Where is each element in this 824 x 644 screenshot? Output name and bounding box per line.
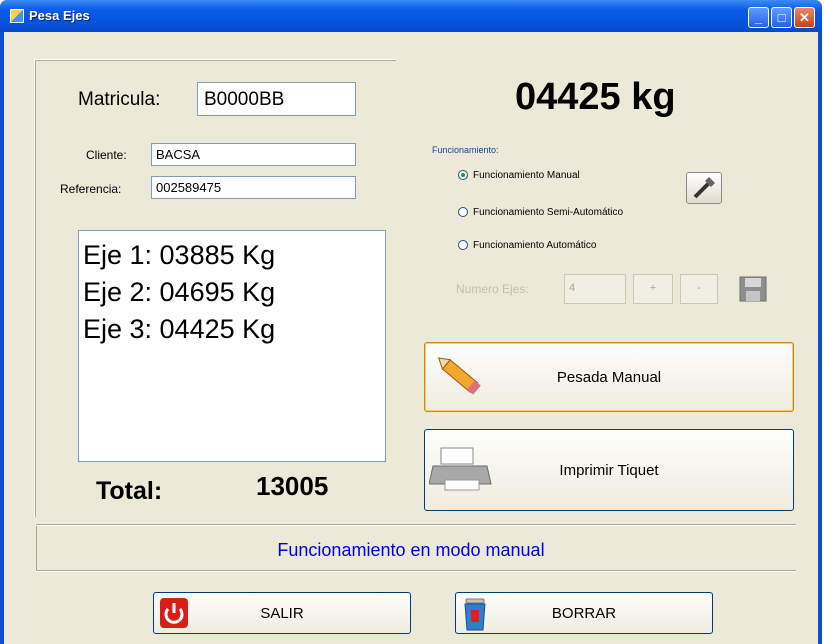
- window-title: Pesa Ejes: [29, 8, 90, 23]
- radio-semi-automatic[interactable]: Funcionamiento Semi-Automático: [458, 207, 623, 218]
- total-value: 13005: [256, 471, 329, 501]
- weight-display: 04425 kg: [515, 76, 676, 118]
- radio-selected-icon: [458, 170, 468, 181]
- axle-list[interactable]: Eje 1: 03885 Kg Eje 2: 04695 Kg Eje 3: 0…: [78, 230, 386, 462]
- tools-button[interactable]: [686, 172, 722, 204]
- list-item[interactable]: Eje 1: 03885 Kg: [79, 231, 385, 274]
- radio-label: Funcionamiento Automático: [473, 240, 597, 251]
- separator-bottom: [36, 570, 796, 572]
- list-item[interactable]: Eje 3: 04425 Kg: [79, 311, 385, 348]
- clear-label: BORRAR: [551, 605, 617, 622]
- manual-weigh-label: Pesada Manual: [556, 369, 662, 386]
- matricula-input[interactable]: B0000BB: [197, 82, 356, 116]
- print-ticket-button[interactable]: Imprimir Tiquet: [424, 429, 794, 511]
- radio-label: Funcionamiento Semi-Automático: [473, 207, 624, 218]
- axles-count-input[interactable]: 4: [564, 274, 626, 304]
- total-label: Total:: [96, 477, 163, 505]
- cliente-input[interactable]: BACSA: [151, 143, 356, 166]
- manual-weigh-button[interactable]: Pesada Manual: [424, 342, 794, 412]
- axles-minus-button[interactable]: -: [680, 274, 718, 304]
- separator-top: [36, 524, 796, 526]
- print-ticket-label: Imprimir Tiquet: [559, 462, 659, 479]
- matricula-label: Matricula:: [78, 89, 161, 110]
- clear-button[interactable]: BORRAR: [455, 592, 713, 634]
- radio-icon: [458, 240, 468, 251]
- referencia-input[interactable]: 002589475: [151, 176, 356, 199]
- save-icon: [739, 276, 767, 302]
- status-text: Funcionamiento en modo manual: [277, 540, 545, 560]
- maximize-button[interactable]: □: [771, 7, 792, 28]
- radio-manual[interactable]: Funcionamiento Manual: [458, 170, 580, 181]
- app-icon: [10, 9, 24, 23]
- close-button[interactable]: ✕: [794, 7, 815, 28]
- radio-label: Funcionamiento Manual: [473, 170, 580, 181]
- title-bar[interactable]: Pesa Ejes _ □ ✕: [0, 0, 822, 32]
- exit-label: SALIR: [260, 605, 304, 622]
- radio-icon: [458, 207, 468, 218]
- save-button[interactable]: [738, 275, 768, 303]
- wand-icon: [693, 177, 715, 199]
- referencia-label: Referencia:: [60, 182, 122, 196]
- mode-group-label: Funcionamiento:: [432, 145, 499, 155]
- cliente-label: Cliente:: [86, 148, 127, 162]
- exit-button[interactable]: SALIR: [153, 592, 411, 634]
- axles-plus-button[interactable]: +: [633, 274, 673, 304]
- list-item[interactable]: Eje 2: 04695 Kg: [79, 274, 385, 311]
- axles-count-label: Numero Ejes:: [456, 282, 529, 296]
- radio-automatic[interactable]: Funcionamiento Automático: [458, 240, 596, 251]
- minimize-button[interactable]: _: [748, 7, 769, 28]
